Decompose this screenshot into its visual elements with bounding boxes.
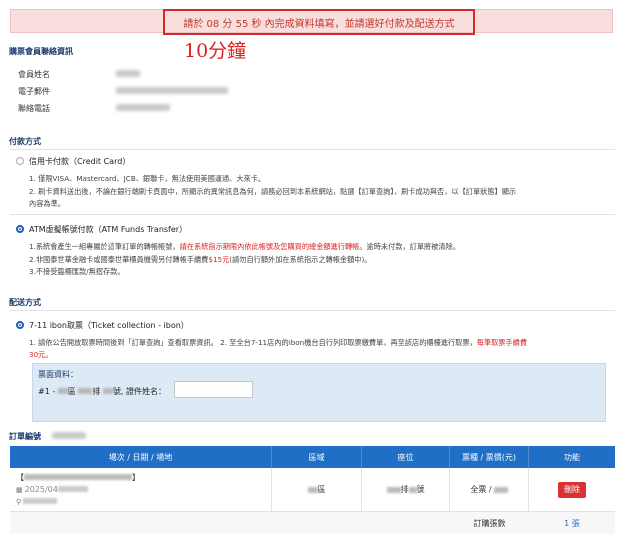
order-table-header: 場次 / 日期 / 場地 區域 座位 票種 / 票價(元) 功能 [10, 446, 615, 468]
atm-note-2-text: 2.非國泰世華金融卡或國泰世華櫃員機需另付轉帳手續費 [29, 255, 209, 264]
ibon-radio[interactable] [16, 321, 24, 329]
ibon-note-1: 1. 請依公告開放取票時間後到「訂單查詢」查看取票資訊。 2. 至全台7-11店… [29, 337, 527, 348]
atm-note-2-tail: (請勿自行額外加在系統指示之轉帳金額中)。 [229, 255, 372, 264]
atm-note-2: 2.非國泰世華金融卡或國泰世華櫃員機需另付轉帳手續費$15元(請勿自行額外加在系… [29, 254, 371, 265]
member-name-value [116, 70, 140, 77]
date-value: 2025/04 [24, 484, 58, 494]
id-name-input[interactable] [174, 381, 253, 398]
ibon-option-label[interactable]: 7-11 ibon取票（Ticket collection - ibon） [29, 320, 189, 331]
countdown-alert: 請於 08 分 55 秒 內完成資料填寫，並請選好付款及配送方式 [10, 9, 613, 35]
buyer-section-title: 購票會員聯絡資訊 [9, 47, 73, 56]
session-cell: 【】 ▦ 2025/04 ⚲ [10, 468, 272, 511]
seat-num-suffix: 號 [416, 485, 425, 494]
venue-value [23, 497, 58, 504]
area-cell-value [307, 486, 318, 493]
session-details: 【】 ▦ 2025/04 ⚲ [16, 472, 140, 508]
col-session: 場次 / 日期 / 場地 [10, 446, 272, 468]
order-section-title: 訂單編號 [9, 431, 41, 442]
seat-value [102, 388, 113, 394]
bracket-close: 】 [132, 472, 140, 482]
atm-note-1: 1.系統會產生一組專屬於這筆訂單的轉帳帳號，請在系統指示期限內依此帳號及您購買的… [29, 241, 460, 252]
ticket-type-cell: 全票 / [450, 468, 529, 511]
count-label: 訂購張數 [473, 518, 506, 528]
col-seat: 座位 [362, 446, 450, 468]
row-suffix: 排 [92, 387, 101, 396]
divider [10, 149, 615, 150]
atm-note-1-text: 1.系統會產生一組專屬於這筆訂單的轉帳帳號， [29, 242, 180, 251]
payment-section-title: 付款方式 [9, 137, 41, 146]
atm-note-1-warning: 請在系統指示期限內依此帳號及您購買的總金額進行轉帳 [179, 242, 360, 251]
ticket-info-title: 票面資料： [38, 370, 78, 379]
row-value [78, 388, 93, 394]
order-number-value [52, 432, 86, 439]
ibon-note-2: 30元。 [29, 350, 53, 359]
seat-suffix: 號, 證件姓名： [112, 387, 166, 396]
email-label: 電子郵件 [18, 87, 50, 96]
atm-note-1-tail: 。逾時未付款，訂單將被清除。 [359, 242, 460, 251]
credit-card-note-2: 2. 刷卡資料送出後，不論在銀行端刷卡頁面中，所顯示的異常訊息為何，請務必回到本… [29, 187, 517, 196]
area-value [57, 388, 68, 394]
table-row: 【】 ▦ 2025/04 ⚲ 區 排號 全票 / 刪除 [10, 468, 615, 512]
location-pin-icon: ⚲ [16, 497, 22, 506]
email-value [116, 87, 228, 94]
col-function: 功能 [564, 452, 580, 462]
credit-card-note-1: 1. 僅限VISA、Mastercard、JCB、銀聯卡，無法使用美國運通、大來… [29, 174, 266, 183]
seat-num-value [408, 486, 417, 493]
time-value [57, 485, 88, 492]
seat-cell: 排號 [362, 468, 450, 511]
col-ticket-type: 票種 / 票價(元) [450, 446, 529, 468]
ibon-note-1-text: 1. 請依公告開放取票時間後到「訂單查詢」查看取票資訊。 2. 至全台7-11店… [29, 338, 477, 347]
bracket-open: 【 [16, 472, 24, 482]
member-name-label: 會員姓名 [18, 70, 50, 79]
area-cell-suffix: 區 [317, 485, 326, 494]
area-cell: 區 [272, 468, 362, 511]
price-value [493, 486, 508, 493]
atm-radio[interactable] [16, 225, 24, 233]
credit-card-note-3: 內容為準。 [29, 199, 65, 208]
order-title-text: 訂單編號 [9, 432, 41, 441]
col-area: 區域 [272, 446, 362, 468]
phone-value [116, 104, 170, 111]
countdown-text: 請於 08 分 55 秒 內完成資料填寫，並請選好付款及配送方式 [163, 9, 475, 35]
area-suffix: 區 [67, 387, 76, 396]
ibon-note-1-fee: 每筆取票手續費 [476, 338, 528, 347]
session-date: ▦ 2025/04 [16, 484, 140, 496]
seat-row-value [386, 486, 401, 493]
function-cell: 刪除 [529, 468, 615, 511]
session-venue: ⚲ [16, 496, 140, 508]
divider [10, 214, 615, 215]
credit-card-option-label[interactable]: 信用卡付款（Credit Card） [29, 156, 130, 167]
total-row: 訂購張數 1 張 [10, 512, 615, 534]
divider [10, 310, 615, 311]
count-value: 1 張 [564, 518, 580, 528]
ticket-info-line: #1 - 區 排 號, 證件姓名： [38, 386, 166, 397]
phone-label: 聯絡電話 [18, 104, 50, 113]
annotation-text: 10分鐘 [184, 40, 247, 62]
delete-button[interactable]: 刪除 [558, 481, 586, 498]
ticket-type-text: 全票 / [470, 485, 492, 494]
atm-note-2-fee: $15元 [208, 255, 230, 264]
session-title: 【】 [16, 472, 140, 484]
ticket-index: #1 - [38, 387, 56, 396]
event-name-value [24, 473, 132, 480]
seat-row-suffix: 排 [400, 485, 409, 494]
atm-note-3: 3.不接受臨櫃匯款/無摺存款。 [29, 267, 125, 276]
ticket-info-box: 票面資料： #1 - 區 排 號, 證件姓名： [32, 363, 606, 422]
atm-option-label[interactable]: ATM虛擬帳號付款（ATM Funds Transfer） [29, 224, 187, 235]
credit-card-radio[interactable] [16, 157, 24, 165]
delivery-section-title: 配送方式 [9, 298, 41, 307]
calendar-icon: ▦ [16, 485, 23, 494]
